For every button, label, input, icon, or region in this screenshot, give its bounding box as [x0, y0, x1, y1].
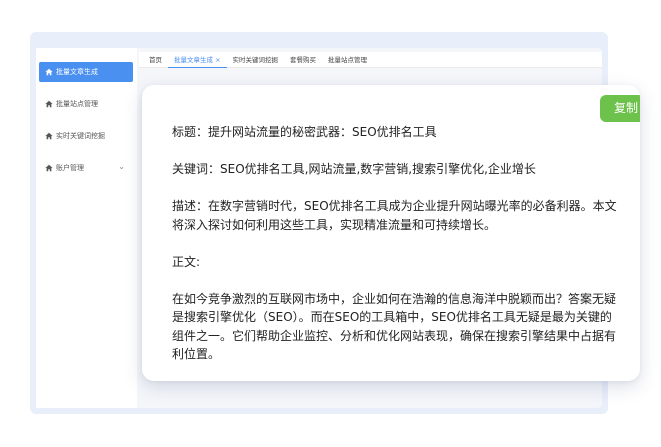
sidebar-item-label: 批量站点管理 — [56, 100, 98, 108]
tab-keyword-mining[interactable]: 实时关键词挖掘 — [227, 52, 285, 68]
sidebar-item-keyword-mining[interactable]: 实时关键词挖掘 — [39, 126, 133, 146]
home-icon — [45, 100, 53, 108]
sidebar-item-batch-article[interactable]: 批量文章生成 — [39, 62, 133, 82]
sidebar: 批量文章生成 批量站点管理 实时关键词挖掘 账户管理 ⌄ — [36, 48, 137, 408]
tab-plan-purchase[interactable]: 套餐购买 — [284, 52, 322, 68]
tab-batch-article[interactable]: 批量文章生成 × — [168, 52, 227, 68]
copy-button[interactable]: 复制 — [600, 95, 640, 122]
tab-home[interactable]: 首页 — [143, 52, 168, 68]
result-card: 复制 标题：提升网站流量的秘密武器：SEO优排名工具 关键词：SEO优排名工具,… — [142, 85, 640, 381]
article-body-heading: 正文: — [172, 254, 201, 269]
article-title-line: 标题：提升网站流量的秘密武器：SEO优排名工具 — [172, 125, 437, 139]
tab-bar: 首页 批量文章生成 × 实时关键词挖掘 套餐购买 批量站点管理 — [139, 52, 602, 68]
article-description-line: 描述：在数字营销时代，SEO优排名工具成为企业提升网站曝光率的必备利器。本文将深… — [172, 199, 617, 232]
article-body-paragraph: 在如今竞争激烈的互联网市场中，企业如何在浩瀚的信息海洋中脱颖而出？答案无疑是搜索… — [172, 291, 617, 362]
sidebar-item-label: 批量文章生成 — [56, 68, 98, 76]
article-content: 标题：提升网站流量的秘密武器：SEO优排名工具 关键词：SEO优排名工具,网站流… — [172, 123, 622, 364]
sidebar-item-account[interactable]: 账户管理 ⌄ — [39, 158, 133, 178]
article-keywords-line: 关键词：SEO优排名工具,网站流量,数字营销,搜索引擎优化,企业增长 — [172, 162, 536, 176]
sidebar-item-label: 账户管理 — [56, 164, 84, 172]
home-icon — [45, 132, 53, 140]
tab-site-management[interactable]: 批量站点管理 — [322, 52, 373, 68]
home-icon — [45, 164, 53, 172]
sidebar-item-label: 实时关键词挖掘 — [56, 132, 105, 140]
home-icon — [45, 68, 53, 76]
sidebar-item-site-management[interactable]: 批量站点管理 — [39, 94, 133, 114]
chevron-down-icon: ⌄ — [118, 162, 125, 171]
